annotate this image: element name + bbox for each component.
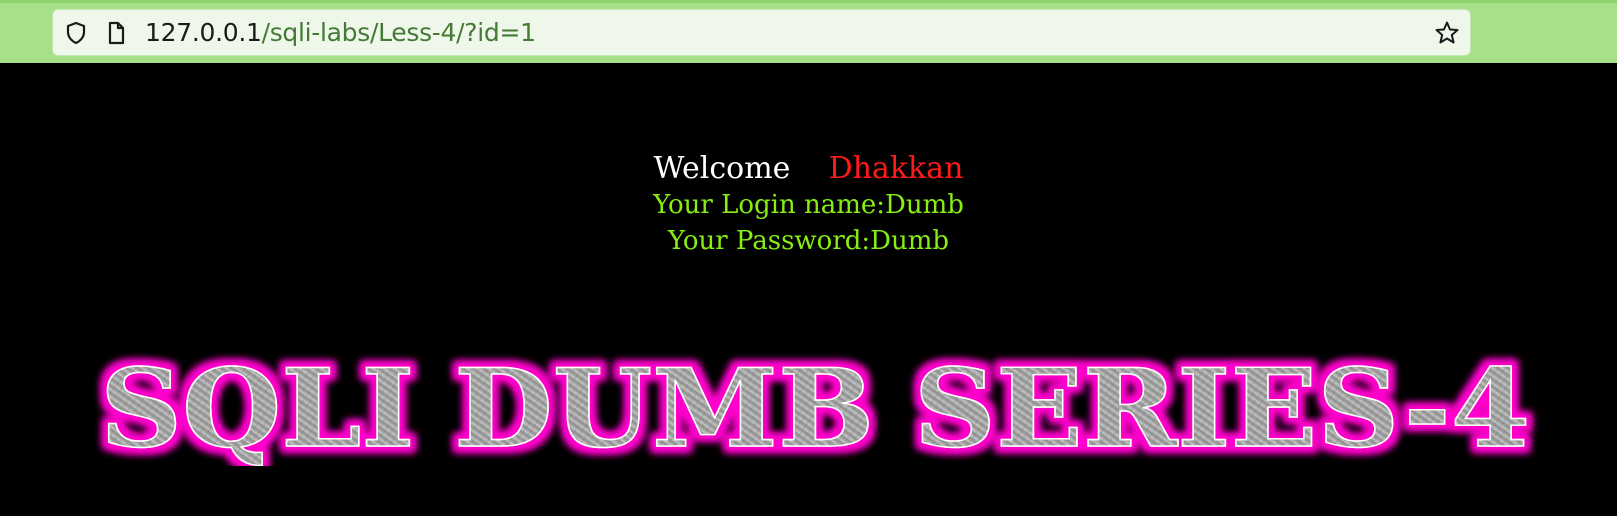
welcome-block: Welcome Dhakkan Your Login name:Dumb You… [0, 151, 1617, 259]
page-content: Welcome Dhakkan Your Login name:Dumb You… [0, 63, 1617, 516]
browser-toolbar: 127.0.0.1/sqli-labs/Less-4/?id=1 [0, 0, 1617, 63]
address-bar[interactable]: 127.0.0.1/sqli-labs/Less-4/?id=1 [52, 9, 1471, 56]
welcome-name: Dhakkan [828, 151, 964, 186]
welcome-line: Welcome Dhakkan [0, 151, 1617, 187]
url-text[interactable]: 127.0.0.1/sqli-labs/Less-4/?id=1 [145, 17, 536, 49]
login-name-line: Your Login name:Dumb [653, 190, 964, 220]
url-host: 127.0.0.1 [145, 18, 262, 47]
banner-text: SQLI DUMB SERIES-4 [100, 346, 1530, 466]
welcome-label: Welcome [653, 151, 791, 186]
bookmark-star-icon[interactable] [1434, 20, 1460, 46]
password-line: Your Password:Dumb [667, 226, 950, 256]
url-path: /sqli-labs/Less-4/?id=1 [261, 18, 536, 47]
shield-icon[interactable] [63, 20, 89, 46]
series-banner: SQLI DUMB SERIES-4 [99, 346, 1531, 466]
page-icon[interactable] [103, 20, 129, 46]
